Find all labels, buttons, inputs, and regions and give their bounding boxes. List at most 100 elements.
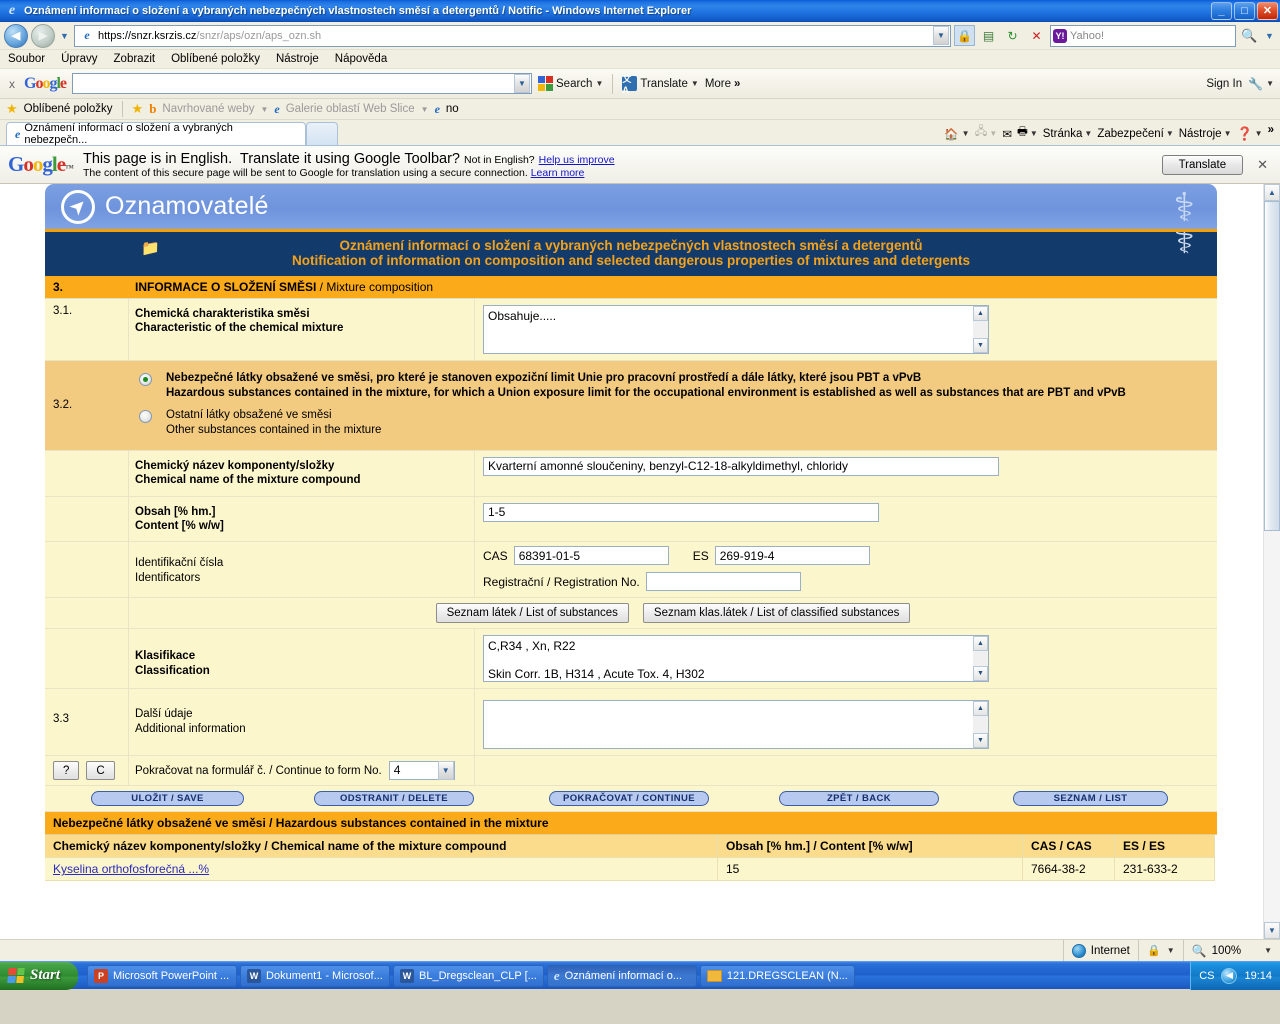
menu-item-zobrazit[interactable]: Zobrazit [114,53,156,65]
refresh-button[interactable]: ↻ [1002,25,1023,46]
toolbar-overflow-icon[interactable]: » [1268,124,1274,136]
google-search-input[interactable]: ▼ [72,73,533,94]
feeds-button[interactable]: 🖧 ▼ [975,124,998,143]
list-of-substances-button[interactable]: Seznam látek / List of substances [435,603,629,624]
scroll-track[interactable] [973,651,988,667]
chevron-down-icon[interactable]: ▼ [260,105,268,114]
stop-button[interactable]: ✕ [1026,25,1047,46]
textarea-scrollbar[interactable]: ▲ ▼ [973,306,988,353]
search-input[interactable]: Y! Yahoo! [1050,24,1236,47]
cas-input[interactable]: 68391-01-5 [513,546,669,566]
clear-button[interactable]: C [86,761,115,781]
read-mail-button[interactable]: ✉ [1002,127,1012,141]
chemical-name-input[interactable]: Kvarterní amonné sloučeniny, benzyl-C12-… [483,456,999,476]
favbar-item-web-slice-gallery[interactable]: Galerie oblastí Web Slice [286,103,415,115]
radio-button-hazardous[interactable] [139,373,152,386]
taskbar-button-powerpoint[interactable]: P Microsoft PowerPoint ... [87,964,238,987]
es-input[interactable]: 269-919-4 [714,546,870,566]
scroll-track[interactable] [973,716,988,734]
menu-item-upravy[interactable]: Úpravy [61,53,97,65]
scroll-up-icon[interactable]: ▲ [973,701,988,717]
google-translate-button[interactable]: 文A Translate ▼ [622,74,699,95]
close-button[interactable]: ✕ [1257,1,1278,20]
learn-more-link[interactable]: Learn more [531,167,585,179]
list-of-classified-substances-button[interactable]: Seznam klas.látek / List of classified s… [642,603,911,624]
form-number-select[interactable]: 4 ▼ [388,761,455,781]
continue-button[interactable]: POKRAČOVAT / CONTINUE [549,791,709,807]
menu-item-napoveda[interactable]: Nápověda [335,53,387,65]
chevron-down-icon[interactable]: ▼ [1167,946,1175,955]
url-history-caret-icon[interactable]: ▼ [933,26,949,45]
scroll-up-icon[interactable]: ▲ [973,306,988,321]
chevron-down-icon[interactable]: ▼ [1264,946,1272,955]
search-provider-caret-icon[interactable]: ▼ [1263,31,1276,41]
classification-scrollbar[interactable]: ▲ ▼ [973,636,988,682]
start-button[interactable]: Start [0,961,79,990]
scroll-down-icon[interactable]: ▼ [1264,922,1280,939]
chevron-down-icon[interactable]: ▼ [421,105,429,114]
google-search-caret-icon[interactable]: ▼ [514,74,531,93]
list-button[interactable]: SEZNAM / LIST [1013,791,1168,807]
chevron-down-icon[interactable]: ▼ [437,761,454,781]
wrench-settings-icon[interactable]: 🔧 ▼ [1248,77,1274,91]
chevron-down-icon[interactable]: ▼ [691,79,699,88]
close-google-toolbar-icon[interactable]: x [6,77,18,91]
protected-mode-indicator[interactable]: 🔒 ▼ [1137,940,1183,961]
scroll-track[interactable] [1264,201,1280,922]
security-menu[interactable]: Zabezpečení ▼ [1097,128,1173,140]
page-scrollbar[interactable]: ▲ ▼ [1263,184,1280,939]
taskbar-button-bl-dregsclean[interactable]: W BL_Dregsclean_CLP [... [393,964,544,987]
zoom-control[interactable]: 🔍 100% ▼ [1182,940,1280,961]
page-menu[interactable]: Stránka ▼ [1043,128,1093,140]
favbar-item-no[interactable]: no [446,103,459,115]
security-zone[interactable]: Internet [1062,940,1138,961]
forward-button[interactable]: ▶ [31,23,55,48]
classification-textarea[interactable]: C,R34 , Xn, R22 Skin Corr. 1B, H314 , Ac… [483,635,989,683]
menu-item-nastroje[interactable]: Nástroje [276,53,319,65]
scroll-thumb[interactable] [1264,201,1280,531]
radio-option-hazardous[interactable]: Nebezpečné látky obsažené ve směsi, pro … [129,367,1209,404]
tab-active[interactable]: e Oznámení informací o složení a vybraný… [6,122,306,146]
registration-input[interactable] [645,572,801,592]
compatibility-view-icon[interactable]: ▤ [978,25,999,46]
language-indicator[interactable]: CS [1199,970,1214,982]
favorites-label[interactable]: Oblíbené položky [24,103,113,115]
new-tab-button[interactable] [306,122,338,145]
delete-button[interactable]: ODSTRANIT / DELETE [314,791,474,807]
help-menu[interactable]: ❓ ▼ [1236,126,1262,142]
close-translate-bar-icon[interactable]: ✕ [1253,157,1272,173]
print-button[interactable]: 🖶 ▼ [1017,124,1038,143]
scroll-up-icon[interactable]: ▲ [1264,184,1280,201]
add-to-favorites-icon[interactable]: ★ [132,101,144,117]
tools-menu[interactable]: Nástroje ▼ [1179,128,1232,140]
taskbar-button-dregsclean-folder[interactable]: 121.DREGSCLEAN (N... [699,964,855,987]
show-hidden-icons-icon[interactable]: ◀ [1221,967,1238,984]
clock[interactable]: 19:14 [1244,970,1272,982]
menu-item-soubor[interactable]: Soubor [8,53,45,65]
radio-button-other[interactable] [139,410,152,424]
google-more-button[interactable]: More » [705,78,741,90]
additional-information-textarea[interactable]: ▲ ▼ [483,700,989,750]
back-button[interactable]: ZPĚT / BACK [779,791,939,807]
scroll-down-icon[interactable]: ▼ [973,666,988,682]
taskbar-button-oznameni[interactable]: e Oznámení informací o... [546,964,697,987]
maximize-button[interactable]: □ [1234,1,1255,20]
google-search-button[interactable]: Search ▼ [538,76,603,91]
chevron-down-icon[interactable]: ▼ [595,79,603,88]
recent-pages-caret-icon[interactable]: ▼ [58,31,71,41]
favbar-item-navrhovane-weby[interactable]: Navrhované weby [162,103,254,115]
chemical-characteristic-textarea[interactable]: Obsahuje..... ▲ ▼ [483,305,989,354]
scroll-track[interactable] [973,321,988,338]
substance-link[interactable]: Kyselina orthofosforečná ...% [53,862,209,876]
scroll-up-icon[interactable]: ▲ [973,636,988,652]
minimize-button[interactable]: _ [1211,1,1232,20]
help-button[interactable]: ? [53,761,80,781]
save-button[interactable]: ULOŽIT / SAVE [91,791,244,807]
favorites-star-icon[interactable]: ★ [6,101,18,117]
url-input[interactable]: e https://snzr.ksrzis.cz/snzr/aps/ozn/ap… [74,24,951,47]
back-button[interactable]: ◀ [4,23,28,48]
additional-scrollbar[interactable]: ▲ ▼ [973,701,988,749]
scroll-down-icon[interactable]: ▼ [973,733,988,749]
content-input[interactable]: 1-5 [483,502,879,522]
scroll-down-icon[interactable]: ▼ [973,338,988,353]
